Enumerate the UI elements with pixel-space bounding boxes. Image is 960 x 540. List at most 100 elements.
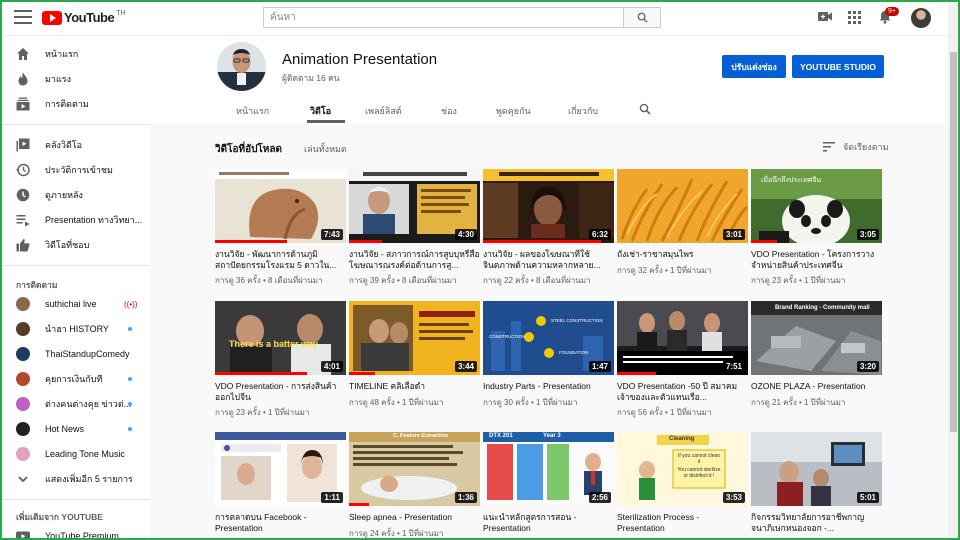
video-card[interactable]: 7:51 VDO Presentation -50 ปี สมาคมเจ้าขอ… (617, 301, 748, 419)
video-thumbnail[interactable]: 5:01 (751, 432, 882, 506)
menu-icon[interactable] (14, 10, 32, 24)
subscription-item[interactable]: คุยการเงินกับที (0, 367, 150, 391)
sidebar-item-subscriptions[interactable]: การติดตาม (0, 92, 150, 116)
sidebar-item-playlist[interactable]: Presentation ทางวิทยา... (0, 208, 150, 232)
video-title[interactable]: TIMELINE คลิเลือดำ (349, 381, 480, 392)
video-thumbnail[interactable]: 4:30 (349, 169, 480, 243)
video-thumbnail[interactable]: 6:32 (483, 169, 614, 243)
video-title[interactable]: งานวิจัย - สภาวการณ์การสูบบุหรี่สื่อโฆษณ… (349, 249, 480, 270)
tab-videos[interactable]: วิดีโอ (310, 104, 331, 118)
subscriber-count: ผู้ติดตาม 16 คน (282, 73, 340, 83)
video-thumbnail[interactable]: 1:11 (215, 432, 346, 506)
video-thumbnail[interactable]: เมื่อนึกถึงประเทศจีน 3:05 (751, 169, 882, 243)
video-duration: 3:20 (856, 361, 879, 372)
subscription-label: ThaiStandupComedy (45, 349, 130, 359)
video-thumbnail[interactable]: Cleaning If you cannot clean it You cann… (617, 432, 748, 506)
watch-progress-bar (349, 503, 369, 506)
video-thumbnail[interactable]: Brand Ranking - Community mall 3:20 (751, 301, 882, 375)
tab-home[interactable]: หน้าแรก (236, 104, 269, 118)
video-title[interactable]: VDO Presentation - การส่งสินค้าออกไปจีน (215, 381, 346, 402)
subscription-item[interactable]: suthichai live ((•)) (0, 292, 150, 316)
sidebar-item-home[interactable]: หน้าแรก (0, 42, 150, 66)
tab-about[interactable]: เกี่ยวกับ (568, 104, 598, 118)
video-title[interactable]: VDO Presentation -50 ปี สมาคมเจ้าของและต… (617, 381, 748, 402)
search-input[interactable] (263, 7, 623, 28)
sidebar-item-library[interactable]: คลังวิดีโอ (0, 133, 150, 157)
sidebar-item-watch-later[interactable]: ดูภายหลัง (0, 183, 150, 207)
tab-channels[interactable]: ช่อง (441, 104, 457, 118)
video-thumbnail[interactable]: C. Feature Extraction 1:36 (349, 432, 480, 506)
video-duration: 6:32 (588, 229, 611, 240)
create-video-icon[interactable] (818, 11, 832, 22)
video-thumbnail[interactable]: There is a batter way 4:01 (215, 301, 346, 375)
video-card[interactable]: DTX 201 Year 3 2:56 แนะนำหลักสูตรการสอน … (483, 432, 614, 537)
video-title[interactable]: กิจกรรมวิทยาลัยการอาชีพกาญจนาภิเษกหนองจอ… (751, 512, 882, 533)
channel-header: Animation Presentation ผู้ติดตาม 16 คน ป… (150, 36, 948, 124)
video-metadata: การดู 39 ครั้ง • 8 เดือนที่ผ่านมา (349, 276, 457, 285)
video-card[interactable]: 6:32 งานวิจัย - ผลของโฆษณาที่ใช้จินตภาพด… (483, 169, 614, 287)
video-title[interactable]: Industry Parts - Presentation (483, 381, 614, 392)
sidebar-item-liked-videos[interactable]: วิดีโอที่ชอบ (0, 233, 150, 257)
video-title[interactable]: ถั่งเช่า-ราชาสมุนไพร (617, 249, 748, 260)
video-title[interactable]: แนะนำหลักสูตรการสอน - Presentation (483, 512, 614, 533)
clock-icon (16, 188, 30, 202)
video-card[interactable]: 1:11 การตลาดบน Facebook - Presentation ก… (215, 432, 346, 540)
apps-grid-icon[interactable] (848, 11, 861, 24)
video-thumbnail[interactable]: 3:44 (349, 301, 480, 375)
subscription-item[interactable]: ThaiStandupComedy (0, 342, 150, 366)
thumbnail-caption: You cannot sterilize or disinfect it ! (677, 467, 721, 479)
video-thumbnail[interactable]: DTX 201 Year 3 2:56 (483, 432, 614, 506)
video-duration: 1:47 (588, 361, 611, 372)
video-card[interactable]: เมื่อนึกถึงประเทศจีน 3:05 VDO Presentati… (751, 169, 882, 287)
video-thumbnail[interactable]: 7:51 (617, 301, 748, 375)
sidebar-item-label: มาแรง (45, 74, 72, 84)
subscription-item[interactable]: นำฮา HISTORY (0, 317, 150, 341)
video-card[interactable]: STEEL CONSTRUCTION CONSTRUCTION FOUNDATI… (483, 301, 614, 409)
scrollbar-thumb[interactable] (950, 52, 957, 432)
video-thumbnail[interactable]: 3:01 (617, 169, 748, 243)
video-duration: 1:36 (454, 492, 477, 503)
channel-avatar[interactable] (217, 42, 266, 91)
sidebar-item-history[interactable]: ประวัติการเข้าชม (0, 158, 150, 182)
thumbnail-caption: C. Feature Extraction (393, 433, 449, 439)
play-all-link[interactable]: เล่นทั้งหมด (304, 142, 347, 156)
video-card[interactable]: 3:01 ถั่งเช่า-ราชาสมุนไพร การดู 32 ครั้ง… (617, 169, 748, 277)
subscription-item[interactable]: Leading Tone Music (0, 442, 150, 466)
sidebar-item-trending[interactable]: มาแรง (0, 67, 150, 91)
video-title[interactable]: การตลาดบน Facebook - Presentation (215, 512, 346, 533)
video-title[interactable]: VDO Presentation - โครงการวางจำหน่ายสินค… (751, 249, 882, 270)
video-card[interactable]: 4:30 งานวิจัย - สภาวการณ์การสูบบุหรี่สื่… (349, 169, 480, 287)
video-title[interactable]: Sleep apnea - Presentation (349, 512, 480, 523)
video-duration: 2:56 (588, 492, 611, 503)
sort-by-button[interactable]: จัดเรียงตาม (823, 140, 889, 154)
youtube-studio-button[interactable]: YOUTUBE STUDIO (792, 55, 884, 78)
customize-channel-button[interactable]: ปรับแต่งช่อง (722, 55, 786, 78)
video-thumbnail[interactable]: STEEL CONSTRUCTION CONSTRUCTION FOUNDATI… (483, 301, 614, 375)
video-card[interactable]: There is a batter way 4:01 VDO Presentat… (215, 301, 346, 419)
video-title[interactable]: งานวิจัย - พัฒนาการด้านภูมิสถาปัตยกรรมโร… (215, 249, 346, 270)
video-title[interactable]: งานวิจัย - ผลของโฆษณาที่ใช้จินตภาพด้านคว… (483, 249, 614, 270)
video-card[interactable]: C. Feature Extraction 1:36 Sleep apnea -… (349, 432, 480, 540)
video-card[interactable]: 3:44 TIMELINE คลิเลือดำ การดู 48 ครั้ง •… (349, 301, 480, 409)
video-title[interactable]: Sterilization Process - Presentation (617, 512, 748, 533)
video-thumbnail[interactable]: 7:43 (215, 169, 346, 243)
video-card[interactable]: Brand Ranking - Community mall 3:20 OZON… (751, 301, 882, 409)
subscription-item[interactable]: ต่างคนต่างคุย ข่าวต่... (0, 392, 150, 416)
search-button[interactable] (623, 7, 661, 28)
youtube-logo[interactable]: YouTube TH (42, 10, 126, 25)
video-card[interactable]: 5:01 กิจกรรมวิทยาลัยการอาชีพกาญจนาภิเษกห… (751, 432, 882, 537)
tab-discussion[interactable]: พูดคุยกัน (496, 104, 531, 118)
thumbnail-caption: If you cannot clean it (678, 453, 720, 465)
video-card[interactable]: Cleaning If you cannot clean it You cann… (617, 432, 748, 537)
show-more-button[interactable]: แสดงเพิ่มอีก 5 รายการ (0, 467, 150, 491)
sidebar-item-label: YouTube Premium (45, 531, 119, 540)
thumbnail-caption: Cleaning (669, 436, 695, 442)
account-avatar[interactable] (911, 8, 931, 28)
sidebar-item-premium[interactable]: YouTube Premium (0, 524, 150, 540)
subscription-item[interactable]: Hot News (0, 417, 150, 441)
tab-playlists[interactable]: เพลย์ลิสต์ (365, 104, 402, 118)
page-scrollbar[interactable] (948, 0, 958, 540)
video-card[interactable]: 7:43 งานวิจัย - พัฒนาการด้านภูมิสถาปัตยก… (215, 169, 346, 287)
channel-search-icon[interactable] (639, 103, 651, 115)
video-title[interactable]: OZONE PLAZA - Presentation (751, 381, 882, 392)
